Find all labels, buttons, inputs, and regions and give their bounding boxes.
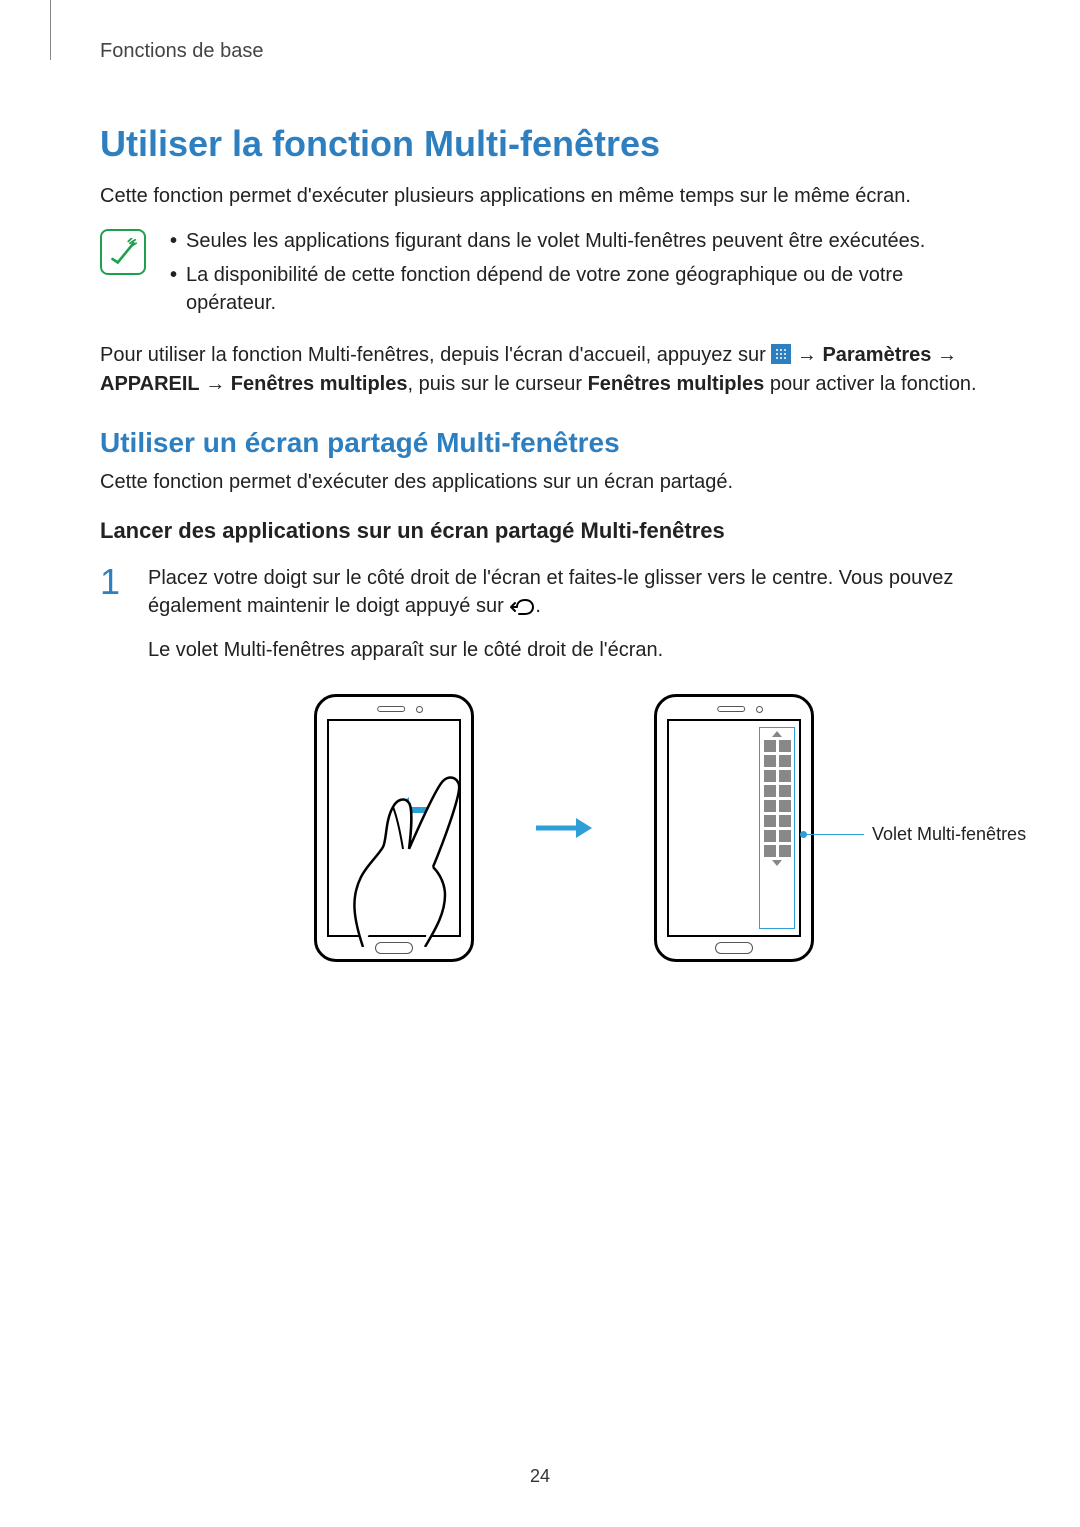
note-list: Seules les applications figurant dans le…	[164, 227, 980, 323]
subheading: Utiliser un écran partagé Multi-fenêtres	[100, 427, 980, 459]
note-icon	[100, 229, 146, 275]
margin-rule	[50, 0, 51, 60]
step-number: 1	[100, 564, 128, 962]
page-number: 24	[530, 1466, 550, 1487]
transition-arrow-icon	[534, 816, 594, 840]
text: .	[535, 595, 541, 617]
arrow-sep: →	[797, 344, 823, 366]
callout: Volet Multi-fenêtres	[804, 822, 1026, 847]
step-body: Placez votre doigt sur le côté droit de …	[148, 564, 980, 962]
phone-illustration-tray	[654, 694, 814, 962]
note-block: Seules les applications figurant dans le…	[100, 227, 980, 323]
tray-down-arrow-icon	[763, 860, 791, 866]
section-label: Fonctions de base	[100, 40, 980, 63]
subsubheading: Lancer des applications sur un écran par…	[100, 518, 980, 544]
figure-area: Volet Multi-fenêtres	[148, 694, 980, 962]
apps-grid-icon	[771, 344, 791, 364]
intro-paragraph: Cette fonction permet d'exécuter plusieu…	[100, 183, 980, 209]
multiwin-label: Fenêtres multiples	[231, 373, 408, 395]
multiwindow-tray	[759, 727, 795, 929]
arrow-sep: →	[937, 344, 957, 366]
text: pour activer la fonction.	[764, 373, 976, 395]
phone-illustration-swipe	[314, 694, 474, 962]
text: Le volet Multi-fenêtres apparaît sur le …	[148, 639, 663, 661]
device-label: APPAREIL	[100, 373, 200, 395]
note-item: Seules les applications figurant dans le…	[164, 227, 980, 255]
sub-paragraph: Cette fonction permet d'exécuter des app…	[100, 471, 980, 494]
arrow-sep: →	[205, 373, 231, 395]
text: Placez votre doigt sur le côté droit de …	[148, 567, 953, 617]
note-item: La disponibilité de cette fonction dépen…	[164, 261, 980, 317]
instruction-paragraph: Pour utiliser la fonction Multi-fenêtres…	[100, 341, 980, 399]
hand-gesture-icon	[333, 747, 473, 947]
callout-label: Volet Multi-fenêtres	[872, 822, 1026, 847]
settings-label: Paramètres	[822, 344, 931, 366]
back-key-icon	[509, 596, 535, 624]
multiwin-label: Fenêtres multiples	[588, 373, 765, 395]
text: , puis sur le curseur	[407, 373, 587, 395]
page-title: Utiliser la fonction Multi-fenêtres	[100, 123, 980, 165]
text: Pour utiliser la fonction Multi-fenêtres…	[100, 344, 771, 366]
step-1: 1 Placez votre doigt sur le côté droit d…	[100, 564, 980, 962]
tray-up-arrow-icon	[763, 731, 791, 737]
